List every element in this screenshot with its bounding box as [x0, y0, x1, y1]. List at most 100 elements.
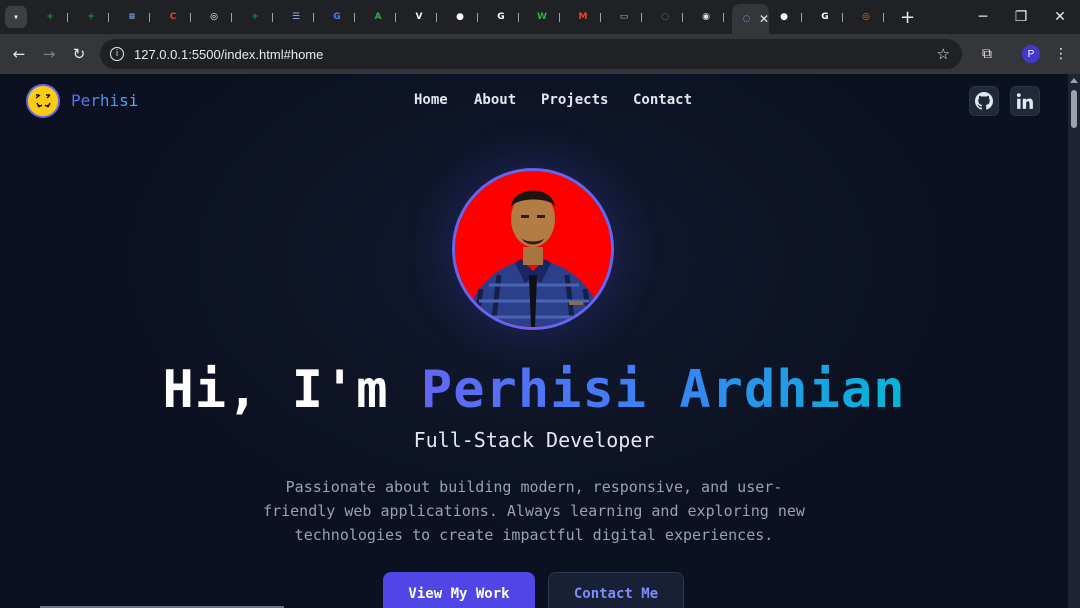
browser-tab-10[interactable]: ●	[445, 0, 486, 34]
tab-separator	[395, 13, 396, 22]
sheets-icon: +	[87, 12, 95, 22]
hero-heading: Hi, I'm Perhisi Ardhian	[0, 360, 1068, 420]
browser-toolbar: ← → ↻ i 127.0.0.1:5500/index.html#home ☆…	[0, 34, 1080, 74]
github-icon: ●	[780, 12, 788, 22]
browser-tab-after-1[interactable]: G	[810, 0, 851, 34]
page-scrollbar[interactable]	[1068, 74, 1080, 608]
app-icon: C	[169, 12, 177, 22]
profile-button[interactable]: P	[1016, 39, 1046, 69]
loading-icon: ○	[661, 12, 669, 22]
site-logo[interactable]	[26, 84, 60, 118]
browser-tab-11[interactable]: G	[486, 0, 527, 34]
nav-home[interactable]: Home	[414, 92, 448, 108]
docs-icon: ≡	[128, 12, 136, 22]
extensions-icon[interactable]: ⧉	[972, 39, 1002, 69]
browser-tab-4[interactable]: ◎	[199, 0, 240, 34]
browser-tab-8[interactable]: A	[363, 0, 404, 34]
app-icon: ◎	[862, 12, 870, 22]
view-work-button[interactable]: View My Work	[383, 572, 535, 608]
browser-tab-3[interactable]: C	[158, 0, 199, 34]
tab-separator	[842, 13, 843, 22]
tab-separator	[723, 13, 724, 22]
browser-tab-after-2[interactable]: ◎	[851, 0, 892, 34]
tab-separator	[641, 13, 642, 22]
tab-separator	[600, 13, 601, 22]
screen-icon: ▭	[619, 12, 629, 22]
app-icon: ◉	[702, 12, 710, 22]
tab-separator	[682, 13, 683, 22]
browser-tab-after-0[interactable]: ●	[769, 0, 810, 34]
browser-tab-7[interactable]: G	[322, 0, 363, 34]
vercel-icon: V	[415, 12, 423, 22]
github-icon	[975, 92, 993, 110]
nav-about[interactable]: About	[474, 92, 516, 108]
browser-tab-9[interactable]: V	[404, 0, 445, 34]
word-icon: W	[537, 12, 547, 22]
hero-description: Passionate about building modern, respon…	[263, 478, 805, 544]
hero-greeting: Hi, I'm	[162, 360, 421, 420]
web-page: Perhisi Home About Projects Contact Hi, …	[0, 74, 1068, 608]
browser-menu-icon[interactable]: ⋮	[1046, 39, 1076, 69]
browser-tab-2[interactable]: ≡	[117, 0, 158, 34]
bookmark-star-icon[interactable]: ☆	[937, 45, 950, 63]
tab-separator	[149, 13, 150, 22]
browser-tab-15[interactable]: ○	[650, 0, 691, 34]
scroll-up-arrow-icon[interactable]	[1070, 78, 1078, 83]
tab-separator	[477, 13, 478, 22]
scrollbar-thumb[interactable]	[1071, 90, 1077, 128]
tab-separator	[436, 13, 437, 22]
back-button[interactable]: ←	[4, 39, 34, 69]
nav-contact[interactable]: Contact	[633, 92, 692, 108]
minimize-button[interactable]: ─	[963, 0, 1003, 34]
github-icon: ●	[456, 12, 464, 22]
new-tab-button[interactable]: +	[900, 7, 915, 28]
sheets-icon: +	[251, 12, 259, 22]
close-window-button[interactable]: ✕	[1040, 0, 1080, 34]
tab-separator	[518, 13, 519, 22]
contact-me-button[interactable]: Contact Me	[548, 572, 684, 608]
nav-projects[interactable]: Projects	[541, 92, 608, 108]
browser-tab-active[interactable]: ◌ ✕	[732, 4, 769, 34]
tab-search-button[interactable]: ▾	[5, 6, 27, 28]
restore-button[interactable]: ❐	[1001, 0, 1041, 34]
tab-separator	[559, 13, 560, 22]
linkedin-icon	[1016, 93, 1033, 109]
google-icon: G	[497, 12, 505, 22]
profile-photo-frame	[452, 168, 614, 330]
browser-tab-12[interactable]: W	[527, 0, 568, 34]
tab-separator	[801, 13, 802, 22]
logo-face-icon	[28, 86, 58, 116]
linkedin-link[interactable]	[1010, 86, 1040, 116]
list-icon: ☰	[291, 12, 301, 22]
browser-tab-13[interactable]: M	[568, 0, 609, 34]
forward-button[interactable]: →	[34, 39, 64, 69]
tab-separator	[313, 13, 314, 22]
github-link[interactable]	[969, 86, 999, 116]
url-text[interactable]: 127.0.0.1:5500/index.html#home	[134, 47, 323, 62]
browser-tab-1[interactable]: +	[76, 0, 117, 34]
tab-separator	[354, 13, 355, 22]
address-bar[interactable]: i 127.0.0.1:5500/index.html#home ☆	[100, 39, 962, 69]
tab-separator	[190, 13, 191, 22]
google-icon: G	[821, 12, 829, 22]
hero-name: Perhisi Ardhian	[420, 360, 906, 420]
profile-photo	[452, 168, 614, 330]
tab-separator	[108, 13, 109, 22]
browser-tab-5[interactable]: +	[240, 0, 281, 34]
site-info-icon[interactable]: i	[110, 47, 124, 61]
close-tab-icon[interactable]: ✕	[759, 12, 769, 26]
hero-subtitle: Full-Stack Developer	[413, 428, 655, 452]
tab-list: + + ≡ C ◎ + ☰ G A V ● G W M ▭ ○ ◉ ◌ ✕ ● G ◎ +	[35, 0, 915, 34]
openai-icon: ◎	[210, 12, 218, 22]
browser-tab-16[interactable]: ◉	[691, 0, 732, 34]
tab-separator	[272, 13, 273, 22]
sheets-icon: +	[46, 12, 54, 22]
tab-separator	[231, 13, 232, 22]
app-icon: A	[374, 12, 382, 22]
browser-tab-14[interactable]: ▭	[609, 0, 650, 34]
reload-button[interactable]: ↻	[64, 39, 94, 69]
tab-separator	[883, 13, 884, 22]
site-brand[interactable]: Perhisi	[71, 91, 138, 110]
browser-tab-6[interactable]: ☰	[281, 0, 322, 34]
browser-tab-0[interactable]: +	[35, 0, 76, 34]
